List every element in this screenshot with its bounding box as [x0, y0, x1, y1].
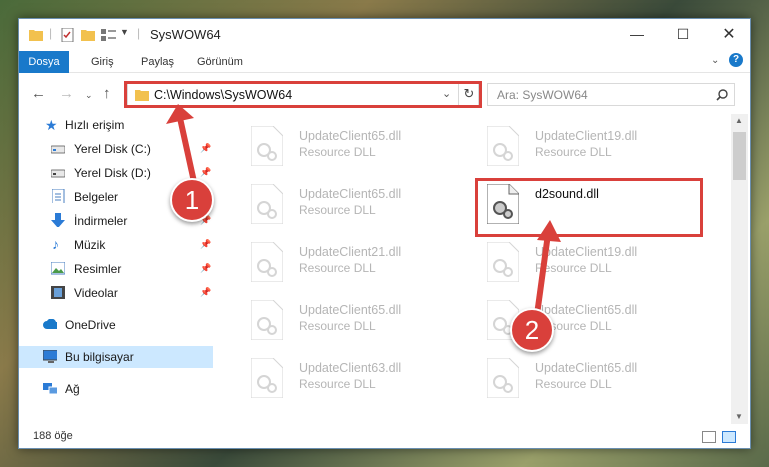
callout-badge-2: 2 [510, 308, 554, 352]
annotation-arrows [166, 104, 561, 323]
callout-badge-1: 1 [170, 178, 214, 222]
